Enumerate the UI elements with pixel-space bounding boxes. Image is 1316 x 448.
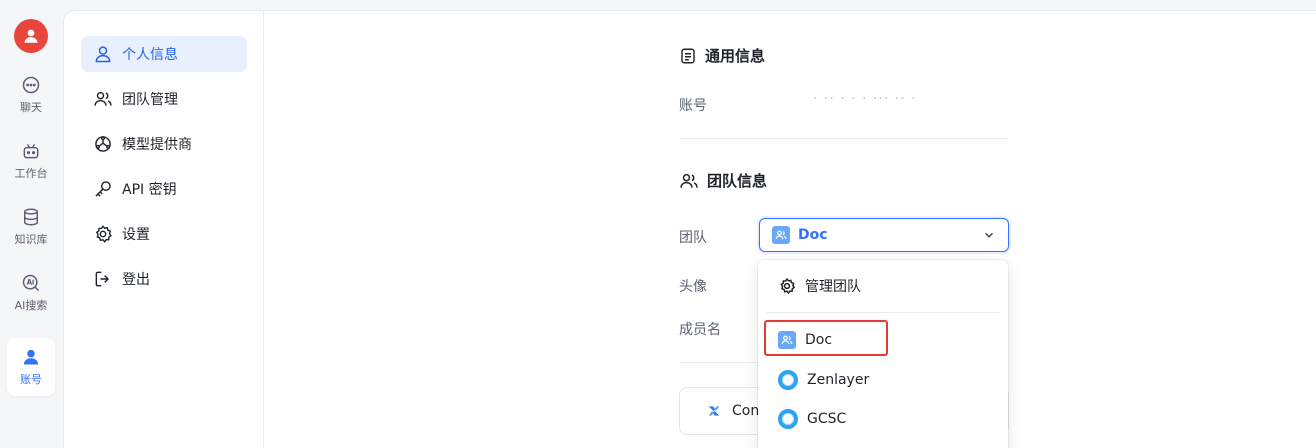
- team-label: 团队: [679, 230, 707, 246]
- subnav-item-label: 个人信息: [122, 47, 178, 63]
- robot-icon: [23, 143, 39, 159]
- logout-icon: [95, 271, 110, 287]
- rail-item-account[interactable]: 账号: [7, 338, 55, 396]
- subnav-item-api-key[interactable]: API 密钥: [81, 171, 247, 207]
- model-icon: [95, 136, 111, 152]
- team-icon: [94, 91, 112, 106]
- rail-item-workbench[interactable]: 工作台: [7, 132, 55, 190]
- general-info-heading: 通用信息: [679, 45, 765, 66]
- subnav-item-label: 团队管理: [122, 92, 178, 108]
- app-rail: 聊天 工作台 知识库 AI搜索 账号: [0, 0, 63, 448]
- document-icon: [681, 48, 695, 63]
- ai-search-icon: [22, 274, 40, 292]
- key-icon: [95, 181, 111, 197]
- rail-item-chat[interactable]: 聊天: [7, 66, 55, 124]
- subnav-item-label: 登出: [122, 272, 150, 288]
- rail-item-label: 账号: [20, 373, 42, 386]
- team-ring-icon: [778, 370, 798, 390]
- rail-item-ai-search[interactable]: AI搜索: [7, 264, 55, 322]
- gear-icon: [780, 277, 796, 295]
- subnav-item-settings[interactable]: 设置: [81, 216, 247, 252]
- subnav-item-label: API 密钥: [122, 182, 177, 198]
- subnav-item-logout[interactable]: 登出: [81, 261, 247, 297]
- app-logo-icon: [708, 406, 720, 416]
- user-icon: [23, 349, 39, 365]
- account-value: · ·· · · · ··· ·· ·: [813, 91, 917, 107]
- team-option-zenlayer[interactable]: Zenlayer: [766, 363, 1000, 397]
- section-divider: [679, 138, 1009, 139]
- chat-bubble-icon: [22, 76, 40, 94]
- member-name-label: 成员名: [679, 322, 721, 338]
- chevron-down-icon: [985, 232, 993, 238]
- team-select[interactable]: Doc: [759, 218, 1009, 252]
- account-subnav: 个人信息 团队管理 模型提供商 API 密钥 设置 登出: [64, 11, 264, 448]
- team-avatar-icon: [772, 226, 790, 244]
- team-icon: [680, 173, 698, 188]
- rail-item-knowledge[interactable]: 知识库: [7, 198, 55, 256]
- team-option-gcsc[interactable]: GCSC: [766, 402, 1000, 436]
- highlight-box: [764, 320, 888, 356]
- rail-item-label: 知识库: [14, 233, 48, 246]
- user-icon: [95, 46, 111, 63]
- subnav-item-label: 模型提供商: [122, 137, 192, 153]
- database-icon: [24, 208, 38, 226]
- selected-team-value: Doc: [798, 227, 828, 243]
- main-panel: 个人信息 团队管理 模型提供商 API 密钥 设置 登出 通用信息 账号 · ·…: [63, 10, 1316, 448]
- team-info-heading: 团队信息: [679, 170, 767, 191]
- subnav-item-team[interactable]: 团队管理: [81, 81, 247, 117]
- account-label: 账号: [679, 98, 707, 114]
- subnav-item-profile[interactable]: 个人信息: [81, 36, 247, 72]
- rail-item-label: AI搜索: [14, 299, 48, 312]
- user-icon: [24, 29, 38, 43]
- avatar-label: 头像: [679, 279, 707, 295]
- subnav-item-label: 设置: [122, 227, 150, 243]
- team-ring-icon: [778, 409, 798, 429]
- subnav-item-model-provider[interactable]: 模型提供商: [81, 126, 247, 162]
- rail-item-label: 聊天: [20, 101, 42, 114]
- gear-icon: [95, 225, 112, 243]
- rail-item-label: 工作台: [14, 167, 48, 180]
- manage-team-option[interactable]: 管理团队: [766, 269, 1000, 303]
- user-avatar[interactable]: [14, 19, 48, 53]
- dropdown-divider: [766, 312, 1000, 313]
